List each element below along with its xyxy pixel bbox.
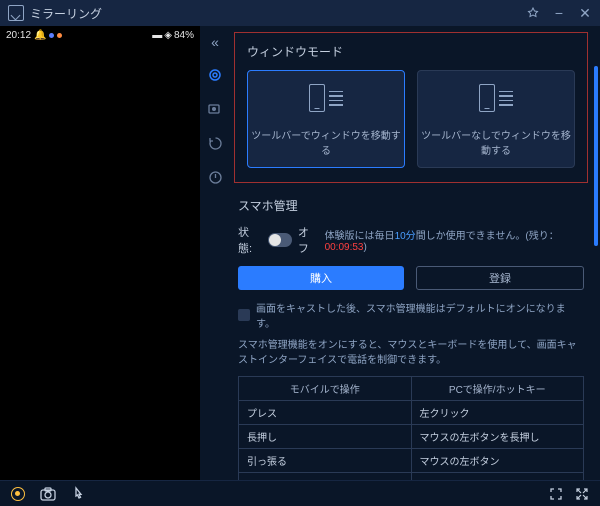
expand-icon[interactable]	[548, 486, 564, 502]
sidebar-record-icon[interactable]	[206, 100, 224, 118]
card-label: ツールバーでウィンドウを移動する	[248, 127, 404, 157]
close-icon[interactable]: ✕	[578, 6, 592, 20]
card-label: ツールバーなしでウィンドウを移動する	[418, 127, 574, 157]
checkbox-label: 画面をキャストした後、スマホ管理機能はデフォルトにオンになります。	[256, 300, 584, 330]
table-cell: スクロール画面	[239, 473, 412, 480]
window-mode-no-toolbar-card[interactable]: ツールバーなしでウィンドウを移動する	[417, 70, 575, 168]
sidebar-power-icon[interactable]	[206, 168, 224, 186]
camera-icon[interactable]	[40, 486, 56, 502]
record-icon[interactable]	[10, 486, 26, 502]
pointer-icon[interactable]	[70, 486, 86, 502]
table-cell: マウスの左ボタンを長押し	[412, 425, 584, 448]
status-label: 状態:	[238, 224, 262, 256]
header-cell: PCで操作/ホットキー	[412, 377, 584, 400]
status-dot-icon	[49, 33, 54, 38]
default-on-checkbox[interactable]	[238, 309, 250, 321]
fullscreen-icon[interactable]	[574, 486, 590, 502]
management-toggle[interactable]	[268, 233, 292, 247]
titlebar: ミラーリング − ✕	[0, 0, 600, 26]
table-cell: 左クリック	[412, 401, 584, 424]
bell-icon: 🔔	[34, 30, 46, 41]
wifi-icon: ◈	[164, 30, 172, 41]
settings-content: ウィンドウモード ツールバーでウィンドウを移動する ツールバーなしでウィンドウを…	[230, 26, 600, 480]
settings-sidebar: «	[200, 26, 230, 480]
phone-statusbar: 20:12 🔔 ▬ ◈ 84%	[0, 26, 200, 44]
pin-icon[interactable]	[526, 6, 540, 20]
hotkey-table: モバイルで操作 PCで操作/ホットキー プレス左クリック長押しマウスの左ボタンを…	[238, 376, 584, 480]
table-row: 引っ張るマウスの左ボタン	[239, 449, 583, 473]
table-row: 長押しマウスの左ボタンを長押し	[239, 425, 583, 449]
minimize-icon[interactable]: −	[552, 6, 566, 20]
collapse-icon[interactable]: «	[211, 34, 219, 50]
window-mode-section: ウィンドウモード ツールバーでウィンドウを移動する ツールバーなしでウィンドウを…	[234, 32, 588, 183]
table-cell: 引っ張る	[239, 449, 412, 472]
app-logo-icon	[8, 5, 24, 21]
app-title: ミラーリング	[30, 5, 520, 22]
no-toolbar-mode-icon	[474, 81, 518, 115]
smartphone-section: スマホ管理 状態: オフ 体験版には毎日10分間しか使用できません。(残り：00…	[234, 197, 588, 480]
status-time: 20:12	[6, 30, 31, 41]
toggle-state: オフ	[298, 224, 319, 256]
header-cell: モバイルで操作	[239, 377, 412, 400]
bottombar	[0, 480, 600, 506]
table-row: スクロール画面スクロールホイール	[239, 473, 583, 480]
status-dot-icon	[57, 33, 62, 38]
management-note: スマホ管理機能をオンにすると、マウスとキーボードを使用して、画面キャストインター…	[238, 338, 584, 368]
scrollbar[interactable]	[594, 66, 598, 246]
sidebar-history-icon[interactable]	[206, 134, 224, 152]
table-header: モバイルで操作 PCで操作/ホットキー	[239, 377, 583, 401]
table-cell: プレス	[239, 401, 412, 424]
table-row: プレス左クリック	[239, 401, 583, 425]
window-mode-toolbar-card[interactable]: ツールバーでウィンドウを移動する	[247, 70, 405, 168]
sidebar-settings-icon[interactable]	[206, 66, 224, 84]
trial-info: 体験版には毎日10分間しか使用できません。(残り：00:09:53)	[325, 227, 584, 253]
table-cell: 長押し	[239, 425, 412, 448]
battery-text: 84%	[174, 30, 194, 41]
section-title: スマホ管理	[238, 197, 584, 214]
toolbar-mode-icon	[304, 81, 348, 115]
table-cell: マウスの左ボタン	[412, 449, 584, 472]
table-cell: スクロールホイール	[412, 473, 584, 480]
buy-button[interactable]: 購入	[238, 266, 404, 290]
phone-mirror-panel: 20:12 🔔 ▬ ◈ 84%	[0, 26, 200, 480]
signal-icon: ▬	[152, 30, 162, 41]
section-title: ウィンドウモード	[247, 43, 575, 60]
register-button[interactable]: 登録	[416, 266, 584, 290]
